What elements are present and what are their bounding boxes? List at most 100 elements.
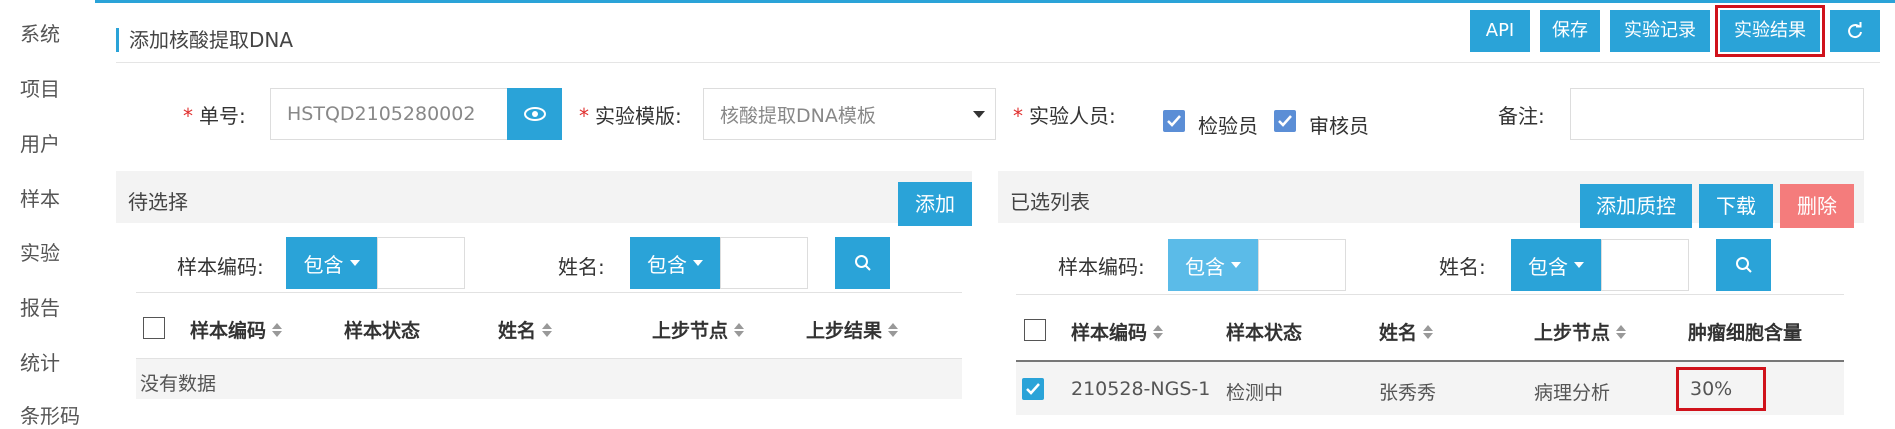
- sidebar-item-user[interactable]: 用户: [20, 128, 60, 157]
- cell-status: 检测中: [1226, 382, 1284, 404]
- experiment-results-button[interactable]: 实验结果: [1715, 5, 1825, 57]
- dropdown-label: 包含: [1528, 254, 1568, 279]
- inspector-label: 检验员: [1198, 114, 1258, 138]
- column-label: 样本状态: [344, 320, 421, 342]
- caret-down-icon: [1574, 262, 1584, 268]
- view-button[interactable]: [507, 88, 562, 140]
- cell-prev-node: 病理分析: [1534, 382, 1611, 404]
- right-select-all-checkbox[interactable]: [1024, 319, 1046, 341]
- left-code-op-dropdown[interactable]: 包含: [286, 237, 377, 289]
- reviewer-label: 审核员: [1309, 114, 1369, 138]
- sort-icon: [542, 322, 553, 337]
- top-accent-line: [0, 0, 1895, 3]
- row-checkbox[interactable]: [1022, 378, 1044, 400]
- left-table-top-border: [136, 292, 962, 293]
- caret-down-icon: [349, 260, 360, 266]
- experiment-records-button[interactable]: 实验记录: [1610, 10, 1710, 52]
- left-select-all-checkbox[interactable]: [143, 317, 165, 339]
- sort-icon: [1616, 324, 1627, 339]
- eye-icon: [523, 107, 546, 121]
- left-panel-title: 待选择: [128, 190, 188, 214]
- sidebar-item-report[interactable]: 报告: [20, 292, 60, 321]
- check-icon: [1167, 115, 1181, 127]
- sidebar: 系统 项目 用户 样本 实验 报告 统计 条形码: [0, 0, 95, 428]
- right-name-op-dropdown[interactable]: 包含: [1511, 239, 1601, 291]
- left-col-code[interactable]: 样本编码: [190, 316, 283, 343]
- column-label: 姓名: [498, 320, 537, 342]
- right-search-button[interactable]: [1716, 239, 1771, 291]
- right-table-top-border: [1016, 294, 1844, 295]
- check-icon: [1026, 383, 1040, 395]
- cell-code: 210528-NGS-1: [1071, 378, 1211, 400]
- right-col-prev-node[interactable]: 上步节点: [1534, 318, 1627, 345]
- sidebar-item-stats[interactable]: 统计: [20, 347, 60, 376]
- inspector-checkbox[interactable]: [1163, 110, 1185, 132]
- delete-button[interactable]: 删除: [1780, 184, 1854, 228]
- left-name-filter-label: 姓名:: [558, 255, 605, 279]
- remark-field[interactable]: [1570, 88, 1864, 140]
- search-icon: [1735, 257, 1752, 273]
- right-name-filter-label: 姓名:: [1439, 255, 1486, 279]
- page-title: 添加核酸提取DNA: [116, 28, 293, 52]
- reviewer-checkbox[interactable]: [1274, 110, 1296, 132]
- right-code-filter-input[interactable]: [1258, 239, 1346, 291]
- left-code-filter-input[interactable]: [377, 237, 465, 289]
- save-button[interactable]: 保存: [1540, 10, 1600, 52]
- sidebar-item-sample[interactable]: 样本: [20, 183, 60, 212]
- column-label: 姓名: [1379, 322, 1418, 344]
- column-label: 上步节点: [1534, 322, 1611, 344]
- refresh-button[interactable]: [1830, 10, 1880, 52]
- search-icon: [854, 255, 871, 271]
- cell-name: 张秀秀: [1379, 382, 1437, 404]
- right-panel-title: 已选列表: [1010, 190, 1090, 214]
- right-name-filter-input[interactable]: [1601, 239, 1689, 291]
- chevron-down-icon: [973, 111, 985, 118]
- add-button[interactable]: 添加: [898, 182, 972, 226]
- sidebar-item-project[interactable]: 项目: [20, 73, 60, 102]
- left-code-filter-label: 样本编码:: [177, 255, 264, 279]
- order-label: * 单号:: [183, 104, 246, 128]
- sort-icon: [1153, 324, 1164, 339]
- right-col-name[interactable]: 姓名: [1379, 318, 1434, 345]
- api-button[interactable]: API: [1470, 10, 1530, 52]
- staff-label: * 实验人员:: [1013, 104, 1116, 128]
- order-number-field[interactable]: HSTQD2105280002: [270, 88, 508, 140]
- right-col-tumor-content: 肿瘤细胞含量: [1688, 318, 1802, 345]
- left-col-status: 样本状态: [344, 316, 420, 343]
- template-label: * 实验模版:: [579, 104, 682, 128]
- right-col-status: 样本状态: [1226, 318, 1302, 345]
- column-label: 上步节点: [652, 320, 729, 342]
- sidebar-item-experiment[interactable]: 实验: [20, 237, 60, 266]
- right-code-op-dropdown[interactable]: 包含: [1168, 239, 1258, 291]
- add-qc-button[interactable]: 添加质控: [1580, 184, 1692, 228]
- column-label: 样本编码: [190, 320, 267, 342]
- left-empty-row: [136, 359, 962, 399]
- left-name-filter-input[interactable]: [720, 237, 808, 289]
- dropdown-label: 包含: [303, 252, 344, 277]
- dropdown-label: 包含: [1185, 254, 1225, 279]
- sort-icon: [272, 322, 283, 337]
- left-name-op-dropdown[interactable]: 包含: [630, 237, 720, 289]
- highlight-box: [1676, 367, 1766, 411]
- left-col-prev-node[interactable]: 上步节点: [652, 316, 745, 343]
- caret-down-icon: [1231, 262, 1241, 268]
- template-select-value: 核酸提取DNA模板: [720, 104, 876, 127]
- caret-down-icon: [693, 260, 703, 266]
- column-label: 样本状态: [1226, 322, 1303, 344]
- right-col-code[interactable]: 样本编码: [1071, 318, 1164, 345]
- column-label: 样本编码: [1071, 322, 1148, 344]
- left-col-name[interactable]: 姓名: [498, 316, 553, 343]
- left-panel-header: [116, 171, 972, 223]
- dropdown-label: 包含: [647, 252, 687, 277]
- check-icon: [1278, 115, 1292, 127]
- sidebar-item-system[interactable]: 系统: [20, 18, 60, 47]
- template-select[interactable]: 核酸提取DNA模板: [703, 88, 996, 140]
- sort-icon: [888, 322, 899, 337]
- refresh-icon: [1848, 22, 1862, 39]
- download-button[interactable]: 下载: [1699, 184, 1773, 228]
- left-col-prev-result[interactable]: 上步结果: [806, 316, 899, 343]
- empty-text: 没有数据: [140, 373, 217, 395]
- right-code-filter-label: 样本编码:: [1058, 255, 1145, 279]
- left-search-button[interactable]: [835, 237, 890, 289]
- column-label: 肿瘤细胞含量: [1688, 322, 1803, 344]
